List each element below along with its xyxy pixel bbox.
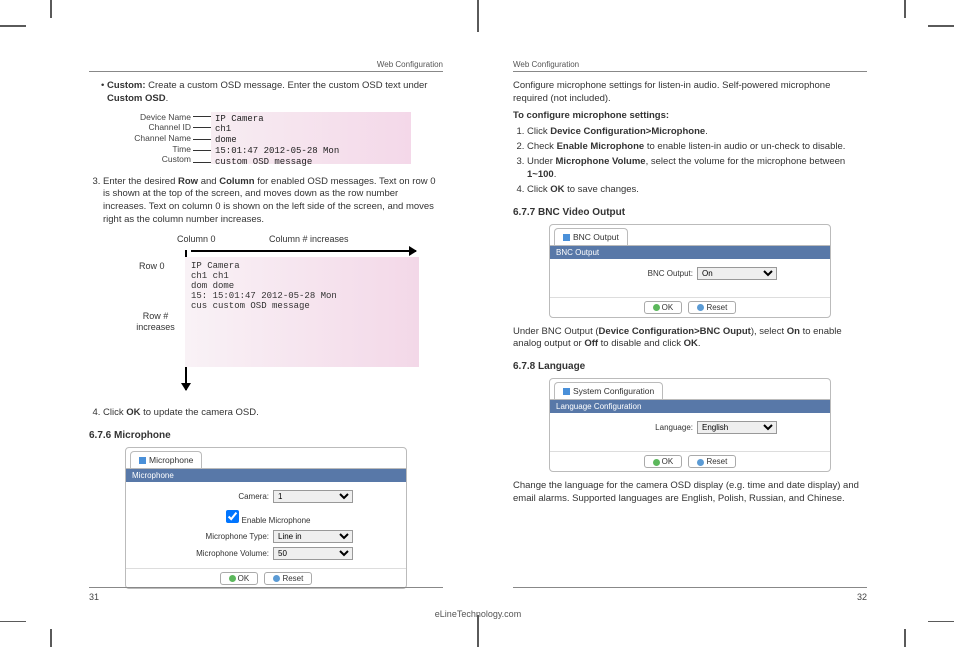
figure-osd-labels: Device Name Channel ID Channel Name Time… [111,112,443,168]
site-url: eLineTechnology.com [54,609,902,619]
bnc-panel: BNC Output BNC Output BNC Output: On OK R… [549,224,831,318]
heading-676: 6.7.6 Microphone [89,430,443,441]
tab-system-config[interactable]: System Configuration [554,382,663,399]
language-panel: System Configuration Language Configurat… [549,378,831,472]
language-select[interactable]: English [697,421,777,434]
ok-button[interactable]: OK [644,301,683,314]
osd-line: ch1 [215,124,407,135]
page-number-left: 31 [89,587,443,602]
tab-microphone[interactable]: Microphone [130,451,202,468]
label-channel-name: Channel Name [111,133,191,144]
mic-type-select[interactable]: Line in [273,530,353,543]
crop-mark [0,25,26,27]
tab-label: Microphone [149,455,193,465]
reset-button[interactable]: Reset [688,301,736,314]
check-icon [229,575,236,582]
mic-type-label: Microphone Type: [179,532,269,541]
mic-intro: Configure microphone settings for listen… [513,80,867,106]
bnc-icon [563,234,570,241]
language-label: Language: [603,423,693,432]
label-channel-id: Channel ID [111,122,191,133]
bnc-output-select[interactable]: On [697,267,777,280]
tab-label: BNC Output [573,232,619,242]
label-time: Time [111,144,191,155]
mic-step-4: Click OK to save changes. [527,184,867,197]
mic-step-1: Click Device Configuration>Microphone. [527,126,867,139]
tab-bnc[interactable]: BNC Output [554,228,628,245]
osd-line: IP Camera [191,261,413,271]
crop-mark [904,0,906,18]
osd-line: 15: 15:01:47 2012-05-28 Mon [191,291,413,301]
crop-mark [928,621,954,623]
crop-mark [50,629,52,647]
ok-button[interactable]: OK [220,572,259,585]
osd-preview-panel: IP Camera ch1 dome 15:01:47 2012-05-28 M… [211,112,411,164]
label-row-increases: Row #increases [133,311,178,333]
arrow-columns [191,250,416,252]
label-device-name: Device Name [111,112,191,123]
osd-line: IP Camera [215,114,407,125]
label-column-0: Column 0 [177,234,216,244]
step-4: Click OK to update the camera OSD. [103,407,443,420]
reset-button[interactable]: Reset [688,455,736,468]
check-icon [653,459,660,466]
mic-volume-select[interactable]: 50 [273,547,353,560]
reset-button[interactable]: Reset [264,572,312,585]
camera-label: Camera: [179,492,269,501]
osd-line: dome [215,135,407,146]
label-column-increases: Column # increases [269,234,349,244]
mic-icon [139,457,146,464]
microphone-panel: Microphone Microphone Camera: 1 Enable Mi… [125,447,407,589]
mic-step-3: Under Microphone Volume, select the volu… [527,156,867,182]
figure-row-column: Column 0 Column # increases Row 0 Row #i… [99,231,443,401]
section-bar: BNC Output [550,246,830,259]
page-header-left: Web Configuration [89,60,443,72]
custom-osd-bullet: • Custom: Create a custom OSD message. E… [95,80,443,106]
page-right: Web Configuration Configure microphone s… [478,20,902,627]
crop-mark [904,629,906,647]
label-row-0: Row 0 [139,261,165,271]
camera-select[interactable]: 1 [273,490,353,503]
leader-lines [193,116,211,174]
osd-line: dom dome [191,281,413,291]
reset-icon [697,304,704,311]
osd-line: ch1 ch1 [191,271,413,281]
bnc-output-label: BNC Output: [603,269,693,278]
section-bar: Language Configuration [550,400,830,413]
crop-mark [50,0,52,18]
section-bar: Microphone [126,469,406,482]
label-custom: Custom [111,154,191,165]
gear-icon [563,388,570,395]
check-icon [653,304,660,311]
bnc-text: Under BNC Output (Device Configuration>B… [513,326,867,352]
enable-mic-checkbox[interactable] [226,510,239,523]
page-header-right: Web Configuration [513,60,867,72]
osd-line: cus custom OSD message [191,301,413,311]
mic-volume-label: Microphone Volume: [179,549,269,558]
page-left: Web Configuration • Custom: Create a cus… [54,20,478,627]
osd-line: 15:01:47 2012-05-28 Mon [215,146,407,157]
enable-mic-label: Enable Microphone [242,516,311,525]
osd-line: custom OSD message [215,157,407,168]
tab-label: System Configuration [573,386,654,396]
reset-icon [273,575,280,582]
mic-config-title: To configure microphone settings: [513,110,867,123]
step-3: Enter the desired Row and Column for ena… [103,176,443,227]
osd-grid-panel: IP Camera ch1 ch1 dom dome 15: 15:01:47 … [185,257,419,367]
page-number-right: 32 [513,587,867,602]
page-spread: Web Configuration • Custom: Create a cus… [54,20,902,627]
ok-button[interactable]: OK [644,455,683,468]
lang-text: Change the language for the camera OSD d… [513,480,867,506]
crop-mark [0,621,26,623]
heading-678: 6.7.8 Language [513,361,867,372]
reset-icon [697,459,704,466]
crop-mark [928,25,954,27]
heading-677: 6.7.7 BNC Video Output [513,207,867,218]
mic-step-2: Check Enable Microphone to enable listen… [527,141,867,154]
